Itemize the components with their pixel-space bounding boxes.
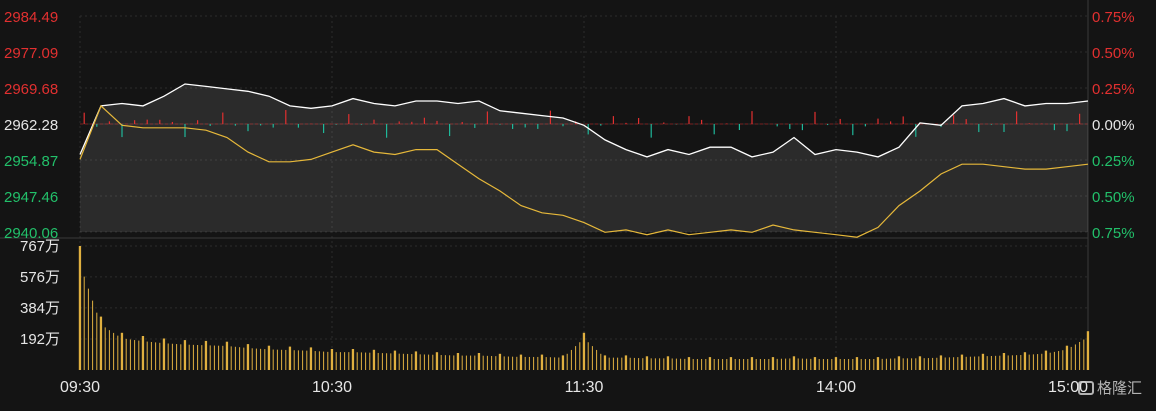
price-axis-label: 2962.28 [4, 117, 58, 134]
volume-bar [981, 353, 985, 370]
volume-bar [666, 356, 670, 370]
volume-bar [498, 353, 502, 370]
percent-axis-label: 0.75% [1092, 9, 1135, 26]
volume-axis-label: 384万 [20, 300, 60, 317]
volume-bar [1002, 353, 1006, 370]
volume-bar [246, 344, 250, 370]
percent-axis-label: 0.50% [1092, 189, 1135, 206]
volume-bar [351, 349, 355, 370]
volume-bar [960, 354, 964, 370]
volume-bar [561, 355, 565, 370]
volume-axis-label: 767万 [20, 238, 60, 255]
time-tick-label: 14:00 [816, 379, 856, 396]
volume-bar [792, 356, 796, 370]
volume-bar [645, 356, 649, 370]
volume-bar [624, 355, 628, 370]
volume-bar [687, 357, 691, 370]
volume-bar [435, 352, 439, 370]
volume-bar [582, 332, 586, 370]
volume-bar [813, 357, 817, 370]
price-axis-label: 2969.68 [4, 81, 58, 98]
price-axis-label: 2977.09 [4, 45, 58, 62]
glh-logo-icon [1077, 381, 1094, 395]
time-tick-label: 11:30 [565, 379, 604, 396]
time-tick-label: 09:30 [60, 379, 100, 396]
volume-axis-label: 192万 [20, 331, 60, 348]
volume-bar [771, 357, 775, 370]
volume-bar [99, 316, 103, 370]
volume-bar [372, 349, 376, 370]
volume-bar [393, 350, 397, 370]
volume-bar [708, 357, 712, 370]
volume-bar [225, 341, 229, 370]
volume-bar [918, 356, 922, 370]
watermark-text: 格隆汇 [1096, 379, 1142, 397]
percent-axis-label: 0.25% [1092, 81, 1135, 98]
volume-bar [183, 340, 187, 370]
volume-bar [477, 353, 481, 370]
volume-bar [897, 356, 901, 370]
volume-bar [540, 354, 544, 370]
volume-bar [204, 340, 208, 370]
volume-bar [78, 246, 82, 370]
intraday-chart: 2984.49 0.75% 2977.09 0.50% 2969.68 0.25% 2962… [0, 0, 1156, 406]
percent-axis-label: 0.25% [1092, 153, 1135, 170]
volume-bar [855, 357, 859, 370]
volume-bar [288, 346, 292, 370]
time-tick-label: 10:30 [312, 379, 352, 396]
volume-bar [1065, 345, 1069, 370]
volume-bar [414, 351, 418, 370]
volume-bar [1023, 352, 1027, 370]
volume-bar [729, 357, 733, 370]
chart-svg: 2984.49 0.75% 2977.09 0.50% 2969.68 0.25% 2962… [0, 0, 1156, 406]
volume-bar [876, 357, 880, 370]
volume-bar [330, 349, 334, 370]
volume-axis-label: 576万 [20, 269, 60, 286]
volume-bar [267, 345, 271, 370]
price-axis-label: 2984.49 [4, 9, 58, 26]
volume-bar [120, 332, 124, 370]
volume-bar [939, 355, 943, 370]
price-axis-label: 2947.46 [4, 189, 58, 206]
volume-bar [141, 336, 145, 370]
volume-bar [519, 354, 523, 370]
volume-bar [1086, 331, 1090, 370]
volume-bar [834, 357, 838, 370]
volume-bar [309, 347, 313, 370]
watermark: 格隆汇 [1077, 377, 1142, 398]
volume-bar [750, 357, 754, 370]
percent-axis-label: 0.75% [1092, 225, 1135, 242]
volume-bar [162, 338, 166, 370]
volume-bar [1044, 350, 1048, 370]
percent-axis-label: 0.50% [1092, 45, 1135, 62]
price-axis-label: 2954.87 [4, 153, 58, 170]
volume-bar [456, 353, 460, 370]
percent-axis-label: 0.00% [1092, 117, 1135, 134]
volume-bar [603, 355, 607, 370]
